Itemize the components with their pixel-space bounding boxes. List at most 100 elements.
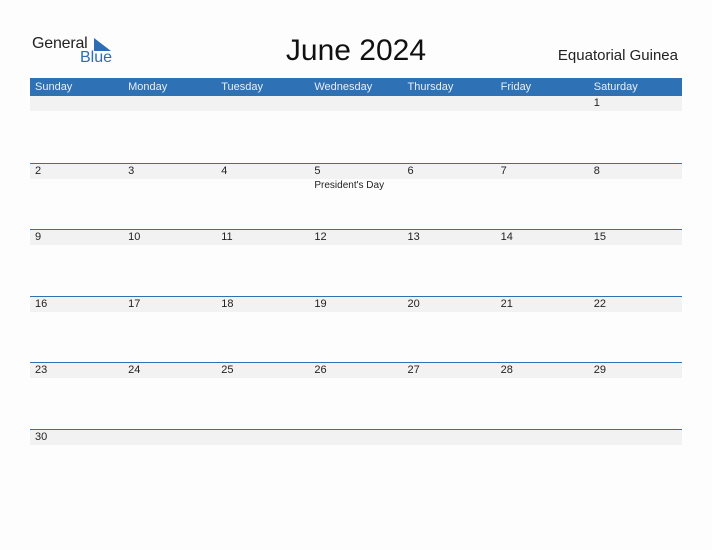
day-cell[interactable]: 1 <box>589 96 682 111</box>
day-number <box>221 430 309 445</box>
weekday-header: Sunday Monday Tuesday Wednesday Thursday Frid… <box>30 78 682 96</box>
day-number <box>128 430 216 445</box>
day-cell[interactable]: 25 <box>216 363 309 378</box>
day-number <box>408 96 496 111</box>
day-cell <box>309 96 402 111</box>
day-cell[interactable]: 23 <box>30 363 123 378</box>
weekday-header-cell: Friday <box>500 81 532 93</box>
day-cell[interactable]: 28 <box>496 363 589 378</box>
day-number: 19 <box>314 297 327 310</box>
day-number <box>35 96 123 111</box>
day-cell[interactable]: 22 <box>589 297 682 312</box>
day-cell[interactable]: 20 <box>403 297 496 312</box>
day-cell[interactable]: 3 <box>123 164 216 193</box>
day-cell <box>123 96 216 111</box>
day-cell[interactable]: 29 <box>589 363 682 378</box>
day-cell[interactable]: 10 <box>123 230 216 245</box>
weekday-header-cell: Thursday <box>407 81 454 93</box>
day-number: 8 <box>593 164 600 177</box>
day-number: 7 <box>500 164 507 177</box>
day-number <box>314 96 402 111</box>
calendar-weeks: 1 2 3 4 5 President's Day 6 7 8 9 10 11 12 13 14 15 16 17… <box>30 96 682 496</box>
day-cell[interactable]: 6 <box>403 164 496 193</box>
day-cell[interactable]: 15 <box>589 230 682 245</box>
day-cell[interactable]: 18 <box>216 297 309 312</box>
day-cell <box>30 96 123 111</box>
day-cell[interactable]: 27 <box>403 363 496 378</box>
day-number: 25 <box>221 364 234 377</box>
day-cell <box>216 430 309 445</box>
day-number <box>408 430 496 445</box>
day-number: 13 <box>407 231 420 244</box>
day-number: 9 <box>35 231 42 244</box>
day-number: 26 <box>314 364 327 377</box>
day-number: 18 <box>221 297 234 310</box>
day-cell[interactable]: 26 <box>309 363 402 378</box>
calendar-week-row: 30 <box>30 428 682 496</box>
day-cell <box>309 430 402 445</box>
day-number: 22 <box>593 297 606 310</box>
day-cell[interactable]: 24 <box>123 363 216 378</box>
day-number: 11 <box>221 231 233 244</box>
day-number: 5 <box>314 164 321 177</box>
day-number: 10 <box>128 231 141 244</box>
calendar-grid: Sunday Monday Tuesday Wednesday Thursday Frid… <box>30 78 682 496</box>
day-number <box>501 96 589 111</box>
day-cell <box>403 96 496 111</box>
day-cell[interactable]: 30 <box>30 430 123 445</box>
day-number: 2 <box>35 164 42 177</box>
day-number <box>594 430 682 445</box>
day-cell[interactable]: 16 <box>30 297 123 312</box>
day-cell[interactable]: 13 <box>403 230 496 245</box>
day-number <box>221 96 309 111</box>
day-cell <box>216 96 309 111</box>
day-cell[interactable]: 2 <box>30 164 123 193</box>
day-number: 16 <box>35 297 48 310</box>
day-cell[interactable]: 12 <box>309 230 402 245</box>
day-number <box>501 430 589 445</box>
day-number: 14 <box>500 231 513 244</box>
day-number: 20 <box>407 297 420 310</box>
day-cell[interactable]: 7 <box>496 164 589 193</box>
day-number: 24 <box>128 364 141 377</box>
calendar-week-row: 16 17 18 19 20 21 22 <box>30 295 682 363</box>
day-cell <box>403 430 496 445</box>
weekday-header-cell: Sunday <box>35 81 73 93</box>
day-cell <box>496 96 589 111</box>
day-number <box>128 96 216 111</box>
day-cell[interactable]: 19 <box>309 297 402 312</box>
day-cell <box>123 430 216 445</box>
day-cell[interactable]: 8 <box>589 164 682 193</box>
day-cell[interactable]: 9 <box>30 230 123 245</box>
country-name: Equatorial Guinea <box>557 47 678 64</box>
day-number: 1 <box>593 97 600 109</box>
day-number: 30 <box>35 430 48 443</box>
day-cell <box>589 430 682 445</box>
day-number: 27 <box>407 364 420 377</box>
day-number <box>314 430 402 445</box>
day-number: 28 <box>500 364 513 377</box>
weekday-header-cell: Monday <box>128 81 168 93</box>
day-number: 23 <box>35 364 48 377</box>
calendar-week-row: 9 10 11 12 13 14 15 <box>30 229 682 296</box>
day-cell <box>496 430 589 445</box>
day-number: 6 <box>407 164 414 177</box>
day-number: 4 <box>221 164 228 177</box>
day-number: 3 <box>128 164 135 177</box>
calendar-week-row: 23 24 25 26 27 28 29 <box>30 362 682 429</box>
day-cell[interactable]: 5 President's Day <box>309 164 402 193</box>
day-cell[interactable]: 17 <box>123 297 216 312</box>
weekday-header-cell: Tuesday <box>221 81 264 93</box>
holiday-label: President's Day <box>314 179 385 191</box>
day-number: 12 <box>314 231 327 244</box>
weekday-header-cell: Wednesday <box>314 81 373 93</box>
calendar-week-row: 1 <box>30 96 682 163</box>
day-cell[interactable]: 4 <box>216 164 309 193</box>
day-number: 21 <box>500 297 513 310</box>
day-cell[interactable]: 14 <box>496 230 589 245</box>
day-number: 29 <box>593 364 606 377</box>
day-cell[interactable]: 21 <box>496 297 589 312</box>
day-cell[interactable]: 11 <box>216 230 309 245</box>
calendar-week-row: 2 3 4 5 President's Day 6 7 8 <box>30 162 682 230</box>
day-number: 17 <box>128 297 141 310</box>
